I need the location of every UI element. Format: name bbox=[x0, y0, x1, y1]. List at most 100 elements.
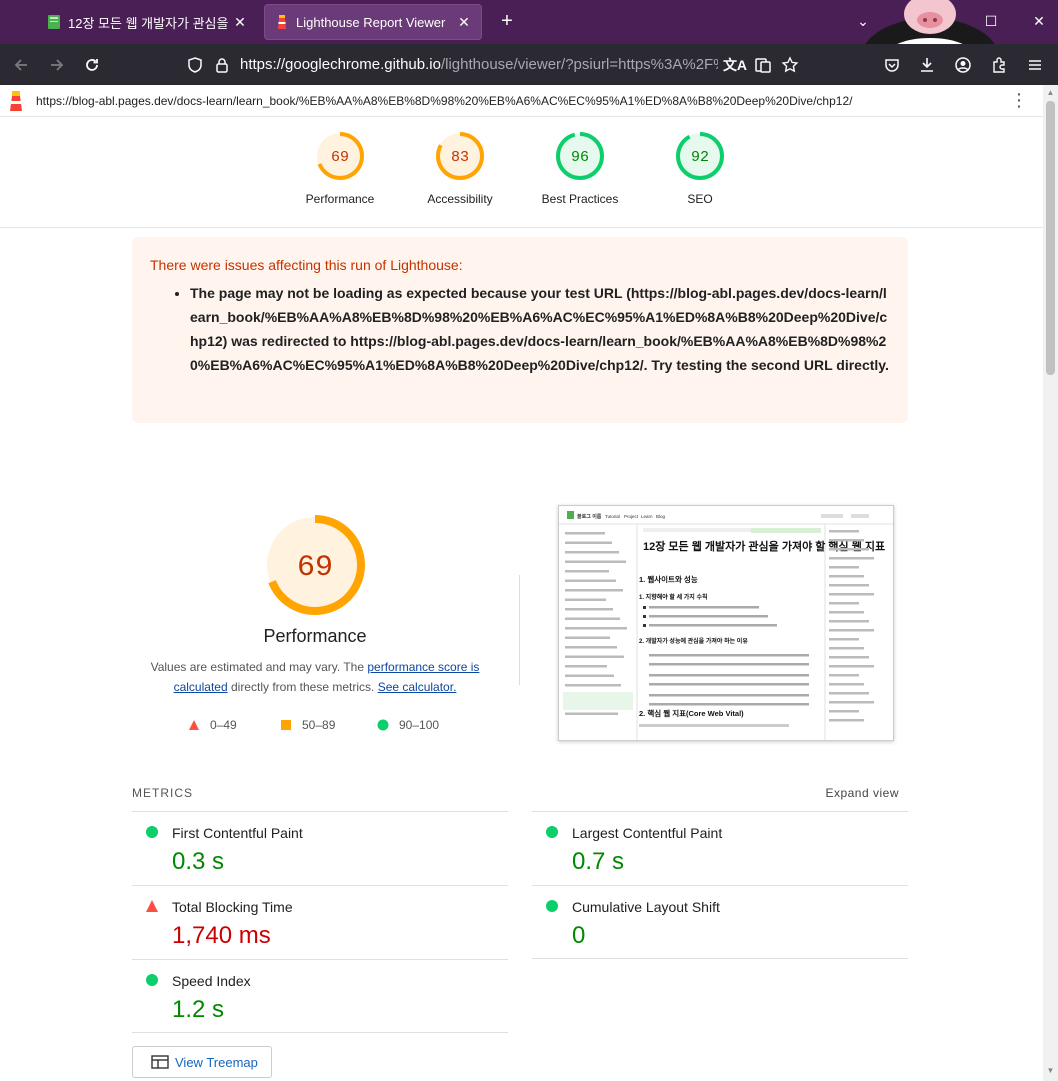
gauge-ring: 83 bbox=[436, 132, 484, 180]
translate-icon[interactable]: 文A bbox=[722, 52, 748, 78]
final-screenshot-thumbnail[interactable]: 블로그 이름 Tutorial Project Learn Blog 12장 모… bbox=[558, 505, 894, 741]
performance-gauge: 69 bbox=[265, 515, 365, 615]
legend-label: 50–89 bbox=[302, 718, 336, 732]
shot-toc-line bbox=[829, 602, 859, 605]
tracking-protection-shield-icon[interactable] bbox=[182, 52, 208, 78]
shot-sidebar-line bbox=[565, 579, 616, 582]
report-url[interactable]: https://blog-abl.pages.dev/docs-learn/le… bbox=[36, 94, 852, 108]
metric-value: 1.2 s bbox=[172, 996, 225, 1023]
extensions-icon[interactable] bbox=[986, 52, 1012, 78]
tab-lighthouse-viewer[interactable]: Lighthouse Report Viewer ✕ bbox=[264, 4, 482, 40]
shot-heading: 1. 웹사이트와 성능 bbox=[639, 574, 698, 584]
address-bar[interactable]: https://googlechrome.github.io/lighthous… bbox=[240, 56, 718, 73]
view-treemap-button[interactable]: View Treemap bbox=[132, 1046, 272, 1078]
new-tab-button[interactable]: + bbox=[494, 8, 520, 34]
shot-toc-line bbox=[829, 566, 859, 569]
gauge-score: 92 bbox=[691, 149, 709, 166]
shot-toc-line bbox=[829, 548, 869, 551]
shot-bullet bbox=[643, 624, 646, 627]
metric-name: Total Blocking Time bbox=[172, 899, 293, 915]
close-tab-icon[interactable]: ✕ bbox=[232, 14, 248, 31]
performance-title: Performance bbox=[263, 626, 367, 646]
shot-sidebar-line bbox=[565, 655, 624, 658]
shot-toc-line bbox=[829, 701, 874, 704]
shot-sidebar-line bbox=[565, 674, 614, 677]
downloads-icon[interactable] bbox=[914, 52, 940, 78]
run-warnings-box: There were issues affecting this run of … bbox=[132, 237, 908, 423]
bookmark-star-icon[interactable] bbox=[777, 52, 803, 78]
scrollbar-thumb[interactable] bbox=[1046, 101, 1055, 375]
legend-average: 50–89 bbox=[280, 718, 335, 732]
gauge-score: 96 bbox=[571, 149, 589, 166]
shot-toc-line bbox=[829, 665, 874, 668]
shot-sidebar-line bbox=[565, 589, 623, 592]
orange-square-icon bbox=[281, 720, 291, 730]
translate-page-icon[interactable] bbox=[750, 52, 776, 78]
gauge-seo[interactable]: 92 SEO bbox=[640, 130, 760, 206]
shot-sidebar-line bbox=[565, 570, 609, 573]
shot-toc-line bbox=[829, 647, 864, 650]
shot-bullet bbox=[643, 606, 646, 609]
shot-toc-line bbox=[829, 710, 859, 713]
page-scrollbar[interactable]: ▲ ▼ bbox=[1043, 85, 1058, 1081]
metric-name: Largest Contentful Paint bbox=[572, 825, 723, 841]
gauge-ring: 69 bbox=[316, 132, 364, 180]
lighthouse-topbar: https://blog-abl.pages.dev/docs-learn/le… bbox=[0, 85, 1043, 117]
metric-lcp: Largest Contentful Paint 0.7 s bbox=[532, 811, 908, 885]
gauge-accessibility[interactable]: 83 Accessibility bbox=[400, 130, 520, 206]
score-gauges-header: 69 Performance 83 Accessibility 96 Best … bbox=[0, 118, 1043, 228]
shot-toc-line bbox=[829, 530, 859, 533]
shot-sidebar-line bbox=[565, 627, 627, 630]
legend-fail: 0–49 bbox=[188, 718, 237, 732]
shot-toc-line bbox=[829, 584, 869, 587]
scroll-up-arrow-icon[interactable]: ▲ bbox=[1046, 89, 1055, 97]
shot-sidebar-line bbox=[565, 646, 617, 649]
desc-text: directly from these metrics. bbox=[227, 680, 378, 694]
shot-sidebar-line bbox=[565, 617, 620, 620]
red-triangle-icon bbox=[189, 720, 199, 730]
scroll-down-arrow-icon[interactable]: ▼ bbox=[1046, 1067, 1055, 1075]
lock-icon[interactable] bbox=[209, 52, 235, 78]
shot-heading: 1. 지향해야 할 세 가지 수칙 bbox=[639, 593, 708, 601]
expand-view-toggle[interactable]: Expand view bbox=[825, 786, 899, 800]
maximize-button[interactable]: ☐ bbox=[976, 8, 1006, 34]
see-calculator-link[interactable]: See calculator. bbox=[378, 680, 457, 694]
treemap-label: View Treemap bbox=[175, 1054, 258, 1070]
url-host: https://googlechrome.github.io bbox=[240, 56, 441, 73]
close-window-button[interactable]: ✕ bbox=[1024, 8, 1054, 34]
shot-toc-line bbox=[829, 638, 859, 641]
shot-sidebar-line bbox=[565, 712, 618, 715]
shot-nav: Tutorial bbox=[605, 514, 620, 519]
shot-toc-line bbox=[829, 620, 869, 623]
page-screenshot: 블로그 이름 Tutorial Project Learn Blog 12장 모… bbox=[559, 506, 893, 740]
forward-button[interactable] bbox=[44, 52, 70, 78]
more-options-kebab-icon[interactable]: ⋮ bbox=[1010, 91, 1028, 111]
metric-speed-index: Speed Index 1.2 s bbox=[132, 959, 508, 1033]
gauge-label: Performance bbox=[305, 192, 375, 206]
gauge-label: Accessibility bbox=[427, 192, 493, 206]
pass-circle-icon bbox=[146, 826, 158, 838]
reload-icon bbox=[86, 59, 98, 71]
shot-sidebar-line bbox=[565, 541, 612, 544]
pocket-icon[interactable] bbox=[879, 52, 905, 78]
arrow-left-icon bbox=[14, 59, 27, 71]
tab-blog[interactable]: 12장 모든 웹 개발자가 관심을 ✕ bbox=[36, 4, 258, 40]
metric-value: 0.7 s bbox=[572, 848, 625, 875]
close-tab-icon[interactable]: ✕ bbox=[456, 14, 472, 31]
shot-sidebar-line bbox=[565, 684, 621, 687]
shot-nav: Blog bbox=[656, 514, 666, 519]
performance-summary: 69 Performance Values are estimated and … bbox=[140, 510, 490, 697]
shot-text-line bbox=[649, 615, 768, 618]
gauge-score: 83 bbox=[451, 149, 469, 166]
reload-button[interactable] bbox=[79, 52, 105, 78]
gauge-performance[interactable]: 69 Performance bbox=[280, 130, 400, 206]
lighthouse-favicon-icon bbox=[278, 15, 286, 29]
metric-name: Speed Index bbox=[172, 973, 251, 989]
account-icon[interactable] bbox=[950, 52, 976, 78]
gauge-label: SEO bbox=[687, 192, 713, 206]
back-button[interactable] bbox=[8, 52, 34, 78]
gauge-best-practices[interactable]: 96 Best Practices bbox=[520, 130, 640, 206]
shot-toc-line bbox=[829, 692, 869, 695]
menu-hamburger-icon[interactable] bbox=[1022, 52, 1048, 78]
lighthouse-logo-icon bbox=[10, 91, 22, 111]
